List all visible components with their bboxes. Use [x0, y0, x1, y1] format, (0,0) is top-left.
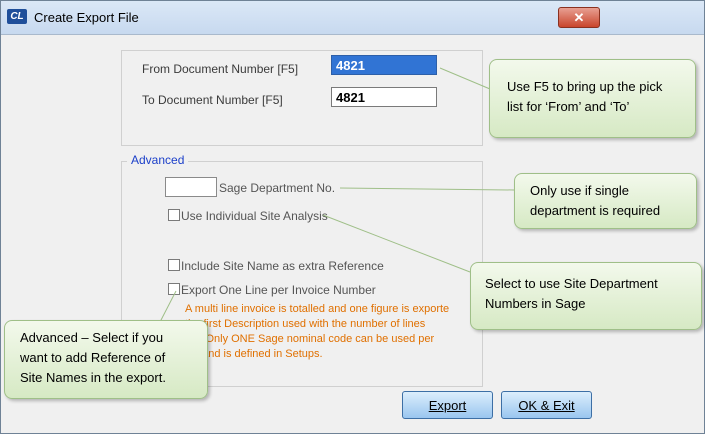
advanced-legend: Advanced: [127, 153, 189, 167]
callout-line: Use F5 to bring up the pick: [507, 79, 663, 94]
sage-department-label: Sage Department No.: [219, 181, 336, 195]
export-button[interactable]: Export: [402, 391, 493, 419]
note-line: A multi line invoice is totalled and one…: [185, 303, 450, 315]
to-document-input[interactable]: 4821: [331, 87, 437, 107]
use-site-analysis-checkbox[interactable]: [168, 209, 180, 221]
sage-department-input[interactable]: [165, 177, 217, 197]
note-line: Ln'. Only ONE Sage nominal code can be u…: [185, 333, 435, 345]
close-button[interactable]: ✕: [558, 7, 600, 28]
include-site-name-checkbox[interactable]: [168, 259, 180, 271]
window-title: Create Export File: [34, 10, 139, 25]
callout-line: Advanced – Select if you: [20, 330, 164, 345]
export-one-line-note: A multi line invoice is totalled and one…: [185, 302, 475, 362]
from-document-input[interactable]: 4821: [331, 55, 437, 75]
note-line: the first Description used with the numb…: [185, 318, 426, 330]
ok-exit-button-label: OK & Exit: [518, 398, 575, 413]
to-document-value: 4821: [336, 90, 365, 105]
callout-f5-picklist: Use F5 to bring up the pick list for ‘Fr…: [489, 59, 696, 138]
callout-line: department is required: [530, 203, 661, 218]
callout-advanced: Advanced – Select if you want to add Ref…: [4, 320, 208, 399]
callout-single-department: Only use if single department is require…: [514, 173, 697, 229]
callout-line: Only use if single: [530, 183, 629, 198]
callout-line: list for ‘From’ and ‘To’: [507, 99, 630, 114]
include-site-name-label: Include Site Name as extra Reference: [181, 259, 384, 273]
callout-line: Select to use Site Department: [485, 276, 658, 291]
use-site-analysis-label: Use Individual Site Analysis: [181, 209, 328, 223]
note-line: ice and is defined in Setups.: [185, 348, 323, 360]
from-document-label: From Document Number [F5]: [142, 62, 299, 76]
title-bar: CL Create Export File ✕: [1, 1, 704, 35]
export-one-line-checkbox[interactable]: [168, 283, 180, 295]
callout-line: want to add Reference of: [20, 350, 166, 365]
callout-line: Numbers in Sage: [485, 296, 586, 311]
export-button-label: Export: [428, 398, 467, 413]
from-document-value: 4821: [336, 58, 365, 73]
callout-site-department: Select to use Site Department Numbers in…: [470, 262, 702, 330]
ok-exit-button[interactable]: OK & Exit: [501, 391, 592, 419]
callout-line: Site Names in the export.: [20, 370, 166, 385]
to-document-label: To Document Number [F5]: [142, 93, 283, 107]
export-one-line-label: Export One Line per Invoice Number: [181, 283, 376, 297]
app-logo-icon: CL: [7, 9, 27, 24]
